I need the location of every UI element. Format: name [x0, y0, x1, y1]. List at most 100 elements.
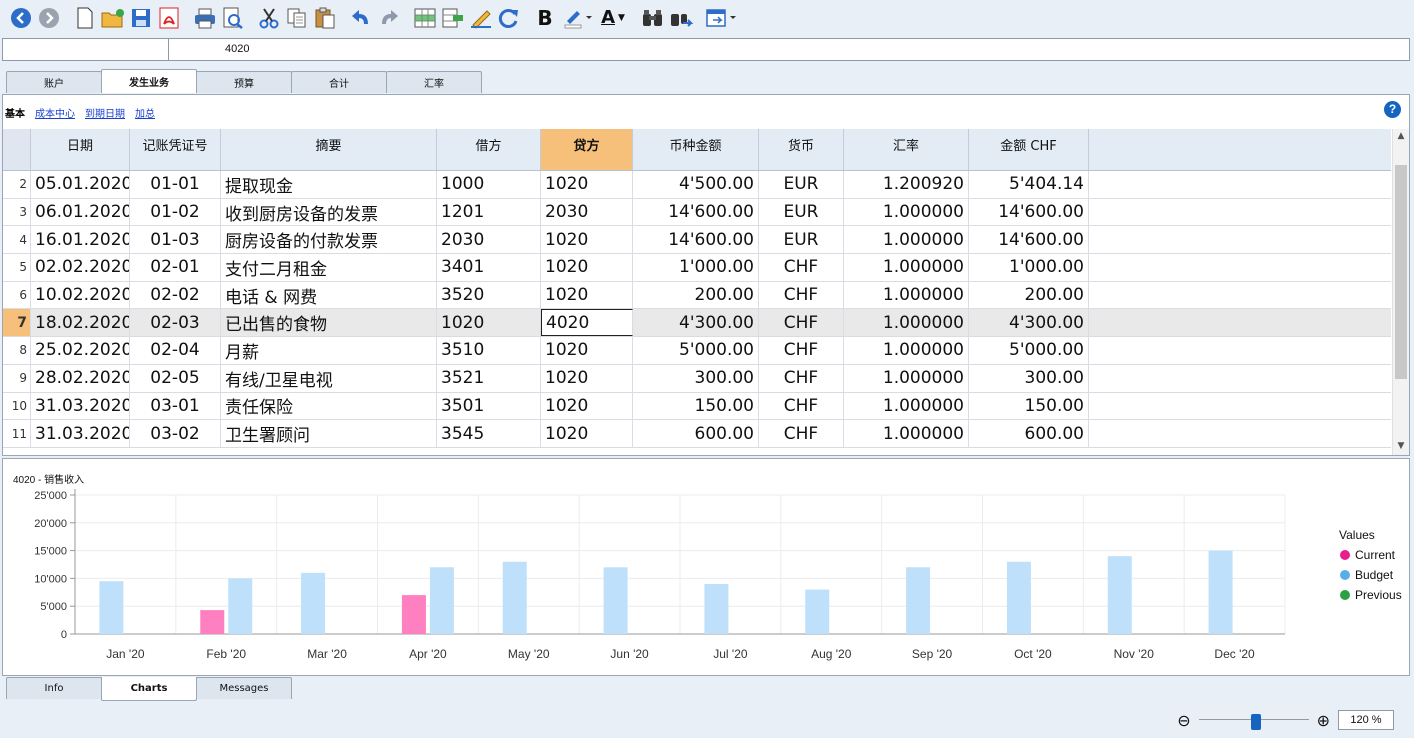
description-cell[interactable]: 有线/卫星电视: [221, 364, 437, 392]
cell-content-bar[interactable]: 4020: [2, 38, 1410, 61]
row-number[interactable]: 6: [3, 281, 31, 309]
table-row[interactable]: 2 05.01.2020 01-01 提取现金 1000 1020 4'500.00 EUR 1…: [3, 171, 1391, 199]
recheck-icon[interactable]: [496, 5, 522, 31]
row-number[interactable]: 3: [3, 198, 31, 226]
amount-chf-cell[interactable]: 14'600.00: [969, 226, 1089, 254]
amount-currency-cell[interactable]: 150.00: [633, 392, 759, 420]
date-cell[interactable]: 31.03.2020: [31, 420, 130, 447]
amount-chf-cell[interactable]: 5'000.00: [969, 337, 1089, 364]
column-header-debit[interactable]: 借方: [437, 129, 541, 170]
date-cell[interactable]: 16.01.2020: [31, 226, 130, 254]
column-header-amount-chf[interactable]: 金额 CHF: [969, 129, 1089, 170]
tab-charts[interactable]: Charts: [101, 677, 197, 701]
tab-transactions[interactable]: 发生业务: [101, 69, 197, 93]
doc-cell[interactable]: 01-02: [130, 198, 221, 226]
row-number[interactable]: 11: [3, 420, 31, 447]
window-icon[interactable]: [704, 5, 738, 31]
zoom-slider[interactable]: [1198, 710, 1309, 730]
amount-currency-cell[interactable]: 300.00: [633, 364, 759, 392]
date-cell[interactable]: 06.01.2020: [31, 198, 130, 226]
currency-cell[interactable]: CHF: [759, 364, 844, 392]
help-icon[interactable]: ?: [1384, 101, 1401, 118]
table-row[interactable]: 5 02.02.2020 02-01 支付二月租金 3401 1020 1'000.00 CH…: [3, 254, 1391, 282]
insert-row-icon[interactable]: [412, 5, 438, 31]
description-cell[interactable]: 电话 & 网费: [221, 281, 437, 309]
date-cell[interactable]: 28.02.2020: [31, 364, 130, 392]
column-icon[interactable]: [440, 5, 466, 31]
amount-currency-cell[interactable]: 5'000.00: [633, 337, 759, 364]
debit-cell[interactable]: 3510: [437, 337, 541, 364]
row-number[interactable]: 8: [3, 337, 31, 364]
font-color-icon[interactable]: A ▼: [596, 5, 630, 31]
column-header-amount-currency[interactable]: 币种金额: [633, 129, 759, 170]
print-preview-icon[interactable]: [220, 5, 246, 31]
pdf-icon[interactable]: [156, 5, 182, 31]
tab-messages[interactable]: Messages: [196, 677, 292, 699]
debit-cell[interactable]: 1020: [437, 309, 541, 337]
row-number[interactable]: 10: [3, 392, 31, 420]
tab-totals[interactable]: 合计: [291, 71, 387, 93]
zoom-in-icon[interactable]: ⊕: [1317, 711, 1330, 730]
currency-cell[interactable]: CHF: [759, 254, 844, 281]
column-header-currency[interactable]: 货币: [759, 129, 844, 170]
copy-icon[interactable]: [284, 5, 310, 31]
table-row[interactable]: 10 31.03.2020 03-01 责任保险 3501 1020 150.00 CHF 1.…: [3, 392, 1391, 421]
description-cell[interactable]: 已出售的食物: [221, 309, 437, 337]
currency-cell[interactable]: EUR: [759, 198, 844, 226]
date-cell[interactable]: 31.03.2020: [31, 392, 130, 420]
debit-cell[interactable]: 3521: [437, 364, 541, 392]
amount-chf-cell[interactable]: 1'000.00: [969, 254, 1089, 281]
amount-currency-cell[interactable]: 4'300.00: [633, 309, 759, 337]
rate-cell[interactable]: 1.000000: [844, 309, 969, 337]
amount-chf-cell[interactable]: 300.00: [969, 364, 1089, 392]
credit-cell[interactable]: 1020: [541, 281, 633, 309]
undo-icon[interactable]: [348, 5, 374, 31]
amount-currency-cell[interactable]: 1'000.00: [633, 254, 759, 281]
rate-cell[interactable]: 1.000000: [844, 337, 969, 364]
print-icon[interactable]: [192, 5, 218, 31]
credit-cell[interactable]: 1020: [541, 171, 633, 198]
date-cell[interactable]: 25.02.2020: [31, 337, 130, 364]
zoom-out-icon[interactable]: ⊖: [1177, 711, 1190, 730]
credit-cell[interactable]: 1020: [541, 420, 633, 447]
doc-cell[interactable]: 02-02: [130, 281, 221, 309]
date-cell[interactable]: 02.02.2020: [31, 254, 130, 281]
scroll-down-icon[interactable]: ▼: [1393, 441, 1409, 451]
amount-currency-cell[interactable]: 14'600.00: [633, 198, 759, 226]
currency-cell[interactable]: EUR: [759, 226, 844, 254]
tab-info[interactable]: Info: [6, 677, 102, 699]
rate-cell[interactable]: 1.200920: [844, 171, 969, 198]
amount-currency-cell[interactable]: 600.00: [633, 420, 759, 447]
currency-cell[interactable]: CHF: [759, 281, 844, 309]
table-row[interactable]: 8 25.02.2020 02-04 月薪 3510 1020 5'000.00 CHF 1.0…: [3, 337, 1391, 365]
tab-exchange-rates[interactable]: 汇率: [386, 71, 482, 93]
row-number[interactable]: 9: [3, 364, 31, 392]
currency-cell[interactable]: CHF: [759, 392, 844, 420]
credit-cell[interactable]: 1020: [541, 226, 633, 254]
amount-chf-cell[interactable]: 5'404.14: [969, 171, 1089, 198]
debit-cell[interactable]: 2030: [437, 226, 541, 254]
description-cell[interactable]: 厨房设备的付款发票: [221, 226, 437, 254]
rate-cell[interactable]: 1.000000: [844, 420, 969, 447]
scroll-up-icon[interactable]: ▲: [1393, 131, 1409, 141]
description-cell[interactable]: 支付二月租金: [221, 254, 437, 281]
credit-cell[interactable]: 1020: [541, 254, 633, 281]
forward-icon[interactable]: [36, 5, 62, 31]
edit-icon[interactable]: [468, 5, 494, 31]
currency-cell[interactable]: CHF: [759, 309, 844, 337]
date-cell[interactable]: 10.02.2020: [31, 281, 130, 309]
tab-budget[interactable]: 预算: [196, 71, 292, 93]
amount-chf-cell[interactable]: 200.00: [969, 281, 1089, 309]
description-cell[interactable]: 月薪: [221, 337, 437, 364]
column-header-date[interactable]: 日期: [31, 129, 130, 170]
column-header-exchange-rate[interactable]: 汇率: [844, 129, 969, 170]
zoom-slider-handle[interactable]: [1250, 714, 1261, 730]
table-row[interactable]: 6 10.02.2020 02-02 电话 & 网费 3520 1020 200.00 CHF…: [3, 281, 1391, 310]
cut-icon[interactable]: [256, 5, 282, 31]
currency-cell[interactable]: CHF: [759, 420, 844, 447]
description-cell[interactable]: 收到厨房设备的发票: [221, 198, 437, 226]
date-cell[interactable]: 18.02.2020: [31, 309, 130, 337]
zoom-value[interactable]: 120 %: [1338, 710, 1394, 730]
rate-cell[interactable]: 1.000000: [844, 392, 969, 420]
rate-cell[interactable]: 1.000000: [844, 198, 969, 226]
